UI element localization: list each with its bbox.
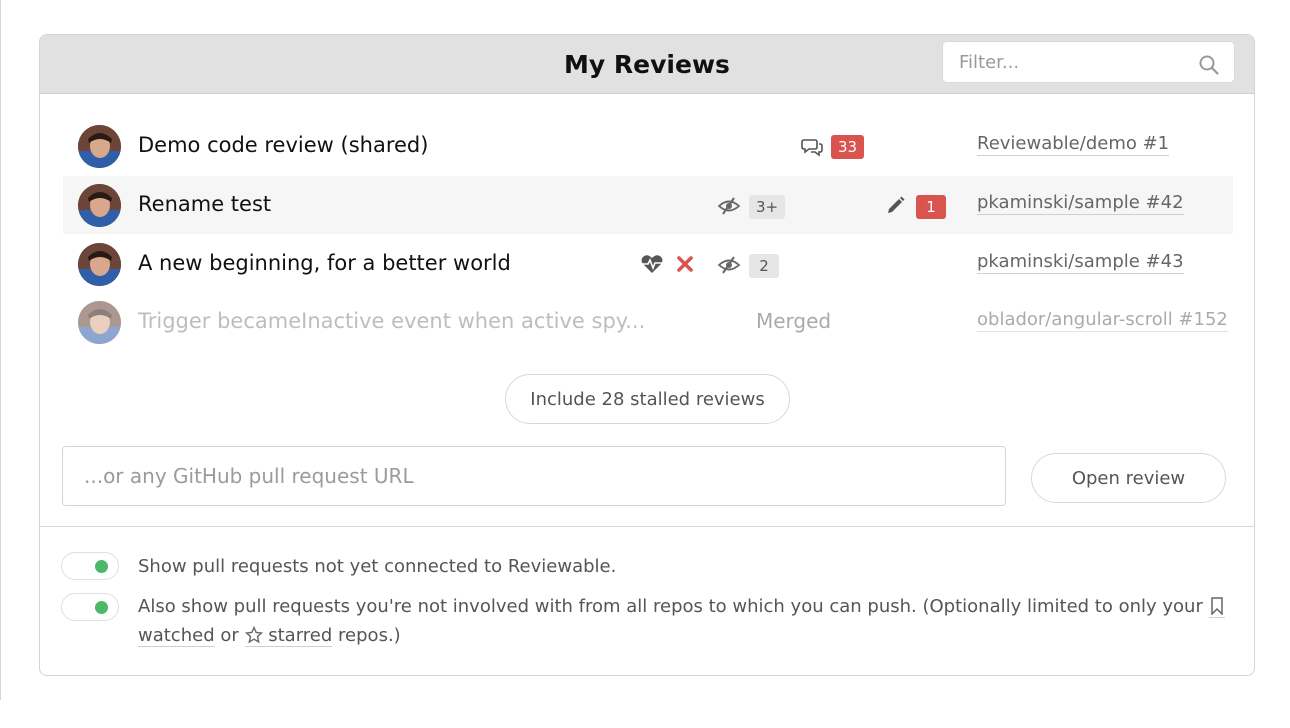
watched-link-text[interactable]: watched xyxy=(138,625,215,646)
card-header: My Reviews xyxy=(40,35,1254,94)
divider xyxy=(40,526,1254,527)
repo-link[interactable]: Reviewable/demo #1 xyxy=(977,133,1170,156)
option-text: Also show pull requests you're not invol… xyxy=(138,596,1203,617)
show-unconnected-toggle[interactable] xyxy=(61,552,119,580)
review-title[interactable]: A new beginning, for a better world xyxy=(138,251,511,275)
include-stalled-button[interactable]: Include 28 stalled reviews xyxy=(505,374,790,424)
avatar xyxy=(78,125,121,168)
show-all-repos-toggle[interactable] xyxy=(61,593,119,621)
eye-slash-icon xyxy=(717,197,741,215)
star-icon xyxy=(244,626,263,644)
comments-icon xyxy=(801,139,823,157)
toggle-on-indicator xyxy=(95,601,108,614)
avatar xyxy=(78,301,121,344)
unreviewed-files-badge: 3+ xyxy=(749,195,786,219)
page-edge xyxy=(0,0,1,700)
unreviewed-files-badge: 2 xyxy=(749,254,779,278)
reviews-card: My Reviews Demo code review (shared) 33 … xyxy=(39,34,1255,676)
failed-x-icon xyxy=(677,256,693,272)
search-icon[interactable] xyxy=(1198,54,1220,76)
avatar xyxy=(78,184,121,227)
bookmark-icon xyxy=(1210,597,1223,615)
pull-request-url-input[interactable] xyxy=(62,446,1006,506)
review-row[interactable]: Rename test 3+ 1 pkaminski/sample #42 xyxy=(63,176,1233,234)
eye-slash-icon xyxy=(717,256,741,274)
avatar xyxy=(78,243,121,286)
review-row[interactable]: Trigger becameInactive event when active… xyxy=(63,293,1233,351)
review-row[interactable]: Demo code review (shared) 33 Reviewable/… xyxy=(63,117,1233,175)
comment-count-badge: 33 xyxy=(831,135,865,159)
show-all-repos-label: Also show pull requests you're not invol… xyxy=(138,592,1228,650)
option-text: repos.) xyxy=(338,625,401,646)
merged-status: Merged xyxy=(756,309,832,333)
open-review-button[interactable]: Open review xyxy=(1031,453,1226,503)
pencil-icon xyxy=(888,196,905,213)
heartbeat-icon xyxy=(641,255,663,273)
toggle-on-indicator xyxy=(95,560,108,573)
review-row[interactable]: A new beginning, for a better world 2 pk… xyxy=(63,235,1233,293)
drafts-badge: 1 xyxy=(916,195,946,219)
starred-link-text[interactable]: starred xyxy=(268,625,332,646)
option-text: or xyxy=(220,625,239,646)
filter-box xyxy=(942,41,1235,83)
review-title[interactable]: Rename test xyxy=(138,192,271,216)
review-title[interactable]: Trigger becameInactive event when active… xyxy=(138,309,645,333)
filter-input[interactable] xyxy=(957,50,1187,74)
show-unconnected-label: Show pull requests not yet connected to … xyxy=(138,556,617,577)
repo-link[interactable]: oblador/angular-scroll #152 xyxy=(977,309,1228,332)
starred-repos-link[interactable]: starred xyxy=(244,625,333,647)
review-title[interactable]: Demo code review (shared) xyxy=(138,133,428,157)
repo-link[interactable]: pkaminski/sample #42 xyxy=(977,192,1184,215)
repo-link[interactable]: pkaminski/sample #43 xyxy=(977,251,1184,274)
